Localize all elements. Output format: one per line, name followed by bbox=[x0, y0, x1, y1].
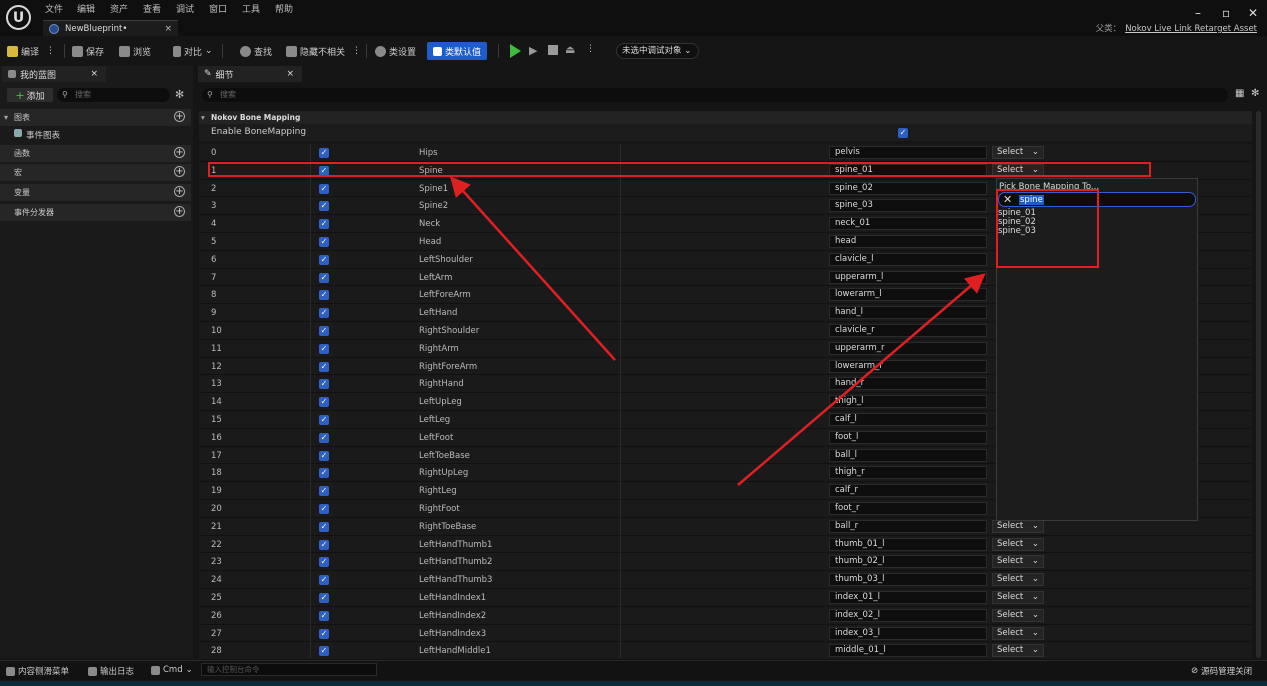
window-bottom-edge bbox=[0, 681, 1267, 686]
output-log-button[interactable]: 输出日志 bbox=[88, 665, 134, 677]
source-control-icon: ⊘ bbox=[1191, 666, 1199, 676]
output-log-label: 输出日志 bbox=[100, 667, 135, 677]
annotation-arrow bbox=[449, 176, 616, 361]
cmd-label: Cmd bbox=[163, 665, 183, 675]
output-log-icon bbox=[88, 666, 97, 676]
console-input[interactable]: 输入控制台命令 bbox=[201, 663, 377, 676]
content-drawer-icon bbox=[6, 666, 15, 676]
content-drawer-label: 内容侧滑菜单 bbox=[18, 667, 70, 677]
annotation-arrows bbox=[449, 176, 986, 486]
source-control-label: 源码管理关闭 bbox=[1201, 667, 1253, 677]
content-drawer-button[interactable]: 内容侧滑菜单 bbox=[6, 665, 69, 677]
source-control-button[interactable]: ⊘ 源码管理关闭 bbox=[1191, 665, 1252, 677]
terminal-icon bbox=[151, 665, 160, 675]
cmd-dropdown[interactable]: Cmd ⌄ bbox=[151, 665, 193, 675]
annotation-arrow bbox=[737, 273, 986, 486]
